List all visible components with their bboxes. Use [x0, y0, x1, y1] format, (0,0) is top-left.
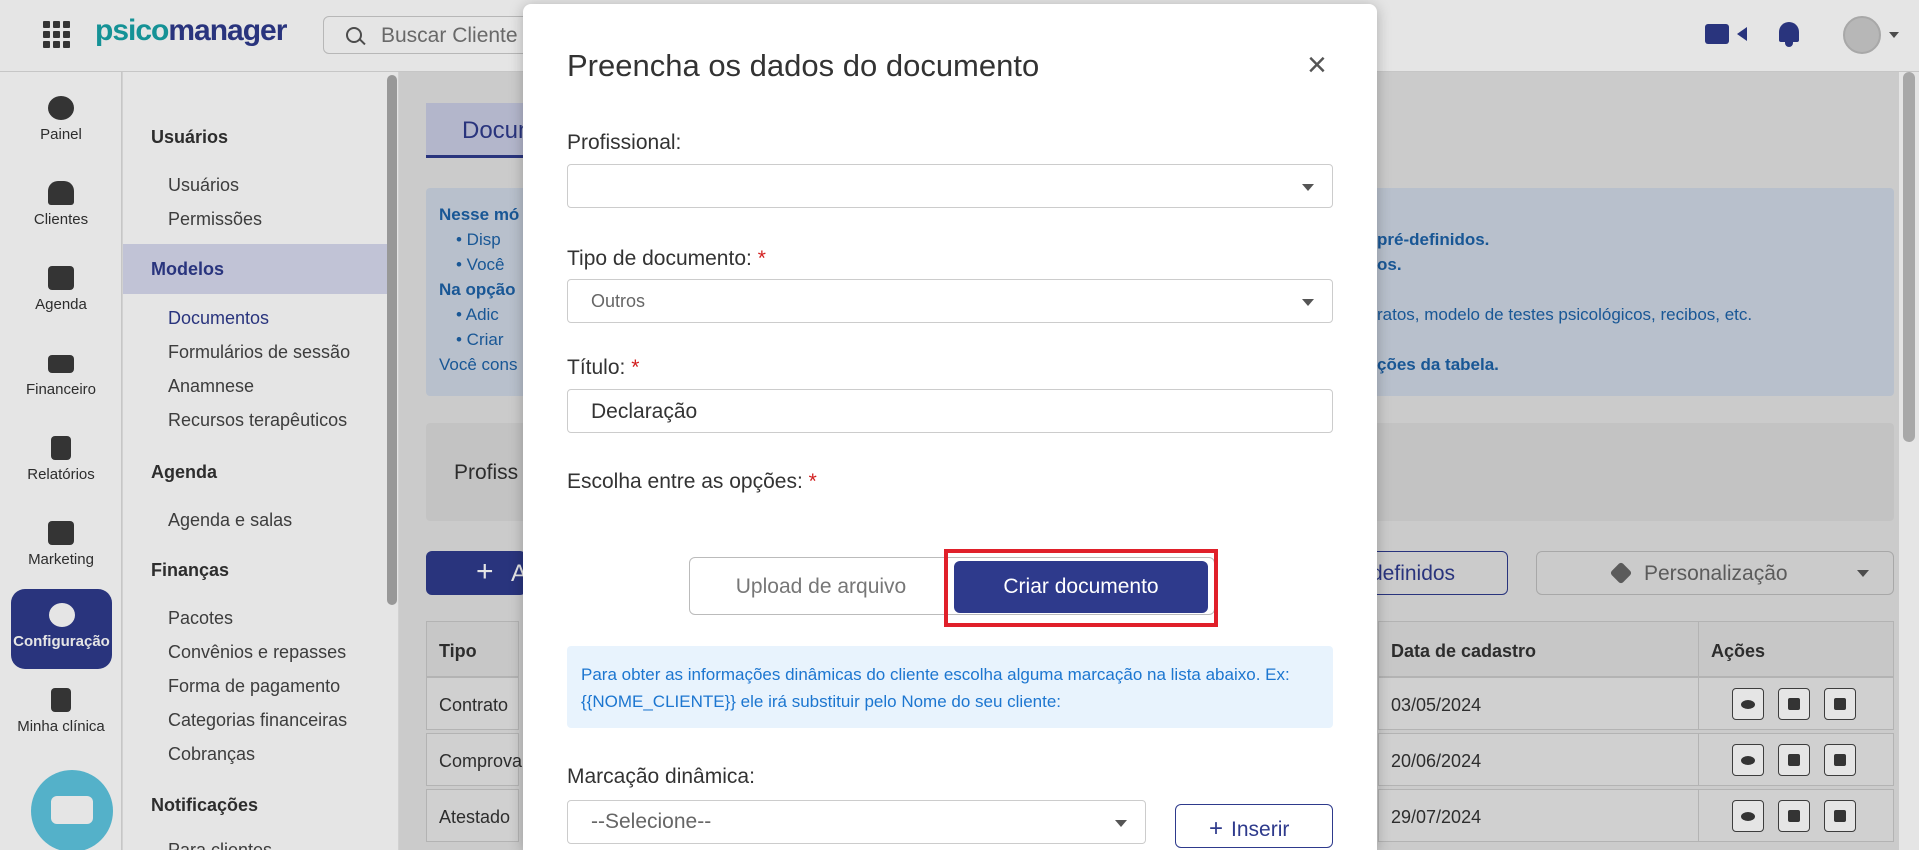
- required-mark: *: [757, 247, 766, 270]
- modal-title: Preencha os dados do documento: [567, 48, 1040, 83]
- opcoes-label: Escolha entre as opções: *: [567, 470, 817, 493]
- marcacao-select[interactable]: --Selecione--: [567, 800, 1146, 844]
- required-mark: *: [631, 356, 640, 379]
- tipo-documento-label: Tipo de documento: *: [567, 247, 766, 270]
- document-modal: Preencha os dados do documento × Profiss…: [523, 4, 1377, 850]
- required-mark: *: [808, 470, 817, 493]
- titulo-input[interactable]: Declaração: [567, 389, 1333, 433]
- plus-icon: +: [1209, 815, 1224, 842]
- highlight-box: [944, 549, 1218, 627]
- profissional-select[interactable]: [567, 164, 1333, 208]
- marcacao-label: Marcação dinâmica:: [567, 765, 755, 788]
- upload-file-button[interactable]: Upload de arquivo: [690, 558, 952, 614]
- chevron-down-icon: [1302, 184, 1314, 191]
- dynamic-hint: Para obter as informações dinâmicas do c…: [567, 646, 1333, 728]
- tipo-documento-select[interactable]: Outros: [567, 279, 1333, 323]
- close-icon[interactable]: ×: [1307, 48, 1327, 82]
- chevron-down-icon: [1115, 820, 1127, 827]
- profissional-label: Profissional:: [567, 131, 682, 154]
- titulo-label: Título: *: [567, 356, 640, 379]
- chevron-down-icon: [1302, 299, 1314, 306]
- insert-button[interactable]: + Inserir: [1175, 804, 1333, 848]
